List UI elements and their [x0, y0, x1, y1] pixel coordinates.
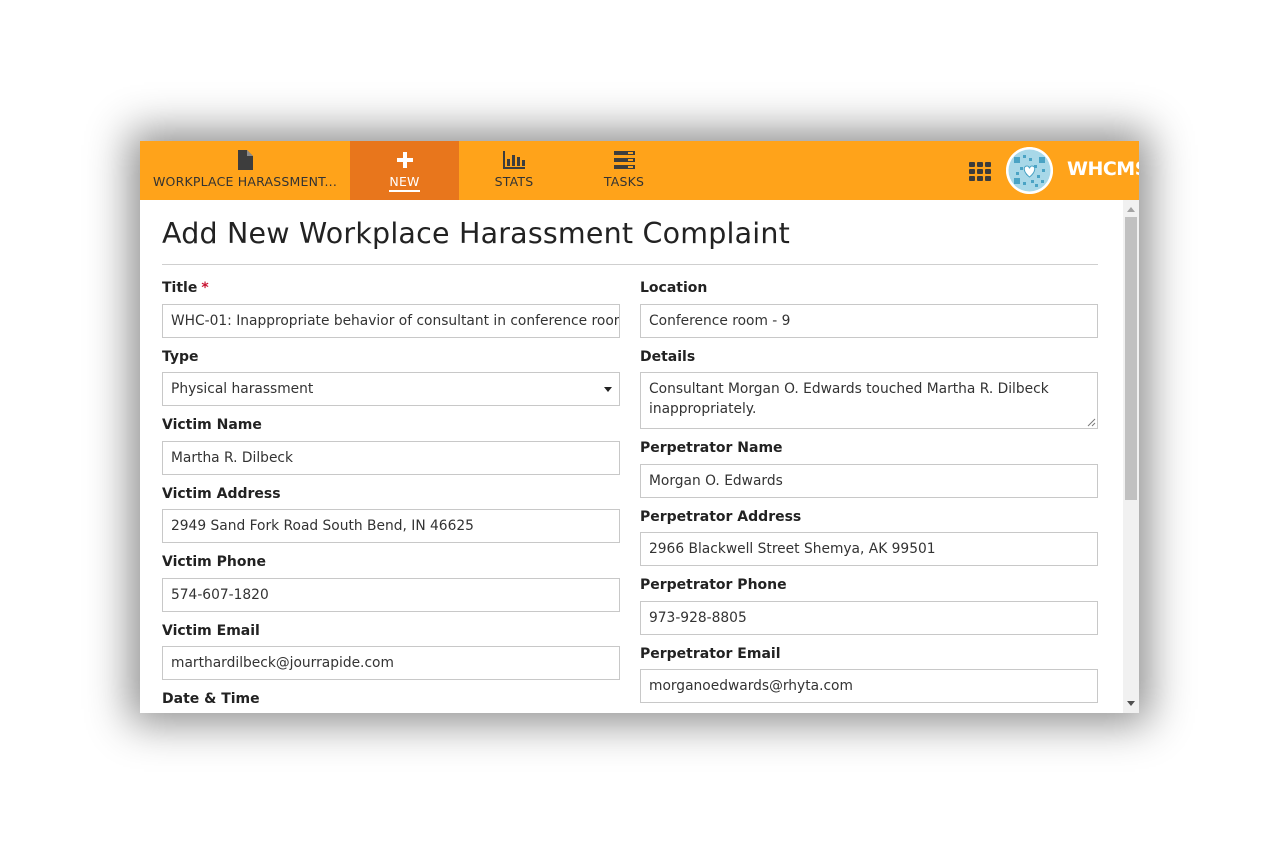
tasks-list-icon — [613, 149, 635, 171]
victim-email-input[interactable]: marthardilbeck@jourrapide.com — [162, 646, 620, 680]
caret-down-icon — [604, 387, 612, 392]
page-title: Add New Workplace Harassment Complaint — [162, 217, 791, 250]
victim-address-input[interactable]: 2949 Sand Fork Road South Bend, IN 46625 — [162, 509, 620, 543]
details-textarea[interactable]: Consultant Morgan O. Edwards touched Mar… — [640, 372, 1098, 429]
brand-name: WHCMS — [1067, 158, 1139, 180]
tab-stats[interactable]: STATS — [459, 141, 569, 200]
date-time-label: Date & Time — [162, 691, 260, 707]
vertical-scrollbar[interactable] — [1123, 200, 1139, 713]
perpetrator-phone-label: Perpetrator Phone — [640, 577, 787, 593]
type-label: Type — [162, 349, 199, 365]
perpetrator-email-input[interactable]: morganoedwards@rhyta.com — [640, 669, 1098, 703]
victim-phone-input[interactable]: 574-607-1820 — [162, 578, 620, 612]
tab-label: WORKPLACE HARASSMENT... — [152, 174, 338, 189]
title-label-text: Title — [162, 280, 198, 296]
bar-chart-icon — [503, 149, 525, 171]
victim-name-label: Victim Name — [162, 417, 262, 433]
resize-handle-icon[interactable] — [1087, 418, 1096, 427]
perpetrator-address-label: Perpetrator Address — [640, 509, 802, 525]
tab-label: STATS — [494, 174, 534, 189]
tab-label: NEW — [389, 174, 420, 192]
top-navbar: WORKPLACE HARASSMENT... NEW STATS TASKS — [140, 141, 1139, 200]
divider — [162, 264, 1098, 265]
victim-address-label: Victim Address — [162, 486, 281, 502]
app-grid-icon[interactable] — [969, 162, 991, 181]
scrollbar-thumb[interactable] — [1125, 217, 1137, 500]
location-input[interactable]: Conference room - 9 — [640, 304, 1098, 338]
details-label: Details — [640, 349, 696, 365]
location-label: Location — [640, 280, 708, 296]
tab-tasks[interactable]: TASKS — [569, 141, 679, 200]
perpetrator-address-input[interactable]: 2966 Blackwell Street Shemya, AK 99501 — [640, 532, 1098, 566]
perpetrator-phone-input[interactable]: 973-928-8805 — [640, 601, 1098, 635]
tab-workplace-harassment[interactable]: WORKPLACE HARASSMENT... — [140, 141, 350, 200]
type-select[interactable]: Physical harassment — [162, 372, 620, 406]
qr-logo-icon[interactable] — [1006, 147, 1053, 194]
title-input[interactable]: WHC-01: Inappropriate behavior of consul… — [162, 304, 620, 338]
plus-icon — [396, 149, 413, 171]
tab-label: TASKS — [603, 174, 645, 189]
tab-new[interactable]: NEW — [350, 141, 459, 200]
form-content: Add New Workplace Harassment Complaint T… — [140, 200, 1123, 713]
required-marker: * — [201, 280, 209, 296]
scroll-down-arrow-icon[interactable] — [1127, 701, 1135, 706]
scroll-up-arrow-icon[interactable] — [1127, 207, 1135, 212]
details-text: Consultant Morgan O. Edwards touched Mar… — [649, 381, 1049, 417]
perpetrator-email-label: Perpetrator Email — [640, 646, 781, 662]
victim-email-label: Victim Email — [162, 623, 260, 639]
victim-phone-label: Victim Phone — [162, 554, 266, 570]
victim-name-input[interactable]: Martha R. Dilbeck — [162, 441, 620, 475]
app-window: WORKPLACE HARASSMENT... NEW STATS TASKS — [140, 141, 1139, 713]
perpetrator-name-input[interactable]: Morgan O. Edwards — [640, 464, 1098, 498]
perpetrator-name-label: Perpetrator Name — [640, 440, 783, 456]
title-label: Title * — [162, 280, 209, 296]
document-icon — [237, 149, 254, 171]
type-select-value: Physical harassment — [171, 381, 314, 397]
